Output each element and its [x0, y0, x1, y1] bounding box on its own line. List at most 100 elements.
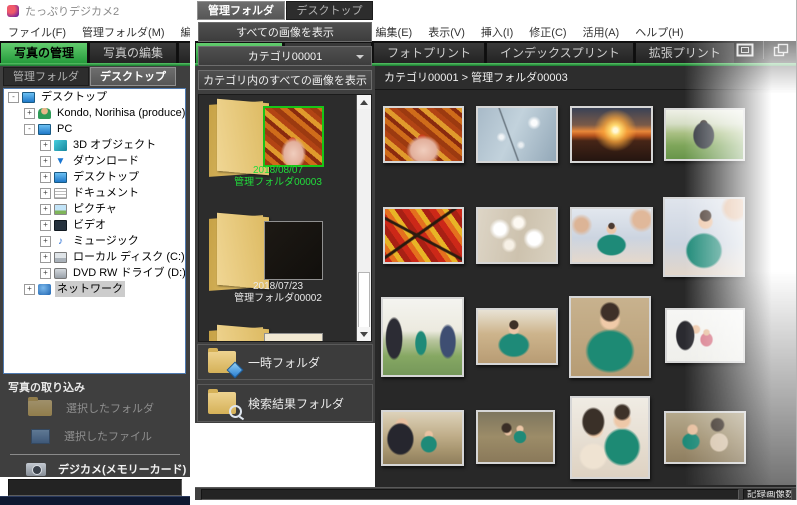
subtab-manage-folder[interactable]: 管理フォルダ: [3, 67, 89, 86]
tree-expander[interactable]: +: [40, 252, 51, 263]
photo-thumbnail-mother-toddler-closeup[interactable]: [570, 396, 650, 479]
menu-item-help[interactable]: ヘルプ(H): [627, 24, 691, 40]
tree-item[interactable]: +3D オブジェクト: [4, 137, 185, 153]
tree-expander[interactable]: +: [40, 268, 51, 279]
folder-list-scrollbar[interactable]: [356, 95, 371, 341]
tree-item[interactable]: -PC: [4, 121, 185, 137]
tree-item[interactable]: +ピクチャ: [4, 201, 185, 217]
status-message-area: [201, 489, 739, 500]
show-all-images-button[interactable]: すべての画像を表示: [198, 22, 372, 42]
photo-thumbnail-blossom-branch-bokeh[interactable]: [476, 106, 558, 163]
photo-thumbnail-father-toddler-picnic[interactable]: [381, 410, 464, 466]
tree-item[interactable]: +♪ミュージック: [4, 233, 185, 249]
desktop-icon: [22, 92, 35, 103]
subtab-desktop[interactable]: デスクトップ: [90, 67, 176, 86]
folder-thumbnail[interactable]: [264, 333, 323, 342]
temp-folder-button[interactable]: 一時フォルダ: [197, 344, 373, 380]
tree-item[interactable]: +DVD RW ドライブ (D:): [4, 265, 185, 281]
scroll-down-arrow[interactable]: [357, 327, 371, 341]
photo-thumbnail-autumn-leaves-hands[interactable]: [383, 106, 464, 163]
tree-item[interactable]: +デスクトップ: [4, 169, 185, 185]
menu-item-edit[interactable]: 編集(E): [368, 24, 421, 40]
search-folder-icon: [208, 392, 236, 414]
photo-thumbnail-mother-toddler-park[interactable]: [476, 410, 555, 464]
photo-grid: [375, 90, 796, 487]
tree-expander[interactable]: +: [40, 172, 51, 183]
tree-item[interactable]: +ビデオ: [4, 217, 185, 233]
3d-objects-icon: [54, 140, 67, 151]
duplicate-icon[interactable]: [773, 43, 789, 57]
left-window: たっぷりデジカメ2 ファイル(F) 管理フォルダ(M) 編集(E) 表示(V) …: [0, 0, 190, 505]
tree-expander[interactable]: +: [40, 156, 51, 167]
tree-expander[interactable]: +: [40, 204, 51, 215]
photo-thumbnail-child-backpack-field[interactable]: [664, 108, 745, 161]
tree-expander[interactable]: +: [40, 140, 51, 151]
user-icon: [38, 108, 51, 119]
left-titlebar[interactable]: たっぷりデジカメ2: [0, 0, 190, 22]
import-selected-folder-button[interactable]: 選択したフォルダ: [0, 396, 190, 420]
tree-expander[interactable]: +: [40, 188, 51, 199]
tree-item[interactable]: +ドキュメント: [4, 185, 185, 201]
tree-item[interactable]: +▼ダウンロード: [4, 153, 185, 169]
search-results-folder-button[interactable]: 検索結果フォルダ: [197, 384, 373, 422]
menu-item-insert[interactable]: 挿入(I): [473, 24, 521, 40]
camera-icon: [26, 463, 46, 476]
window-title: たっぷりデジカメ2: [25, 3, 119, 19]
tree-item-network[interactable]: +ネットワーク: [4, 281, 185, 297]
photo-thumbnail-family-hug-white[interactable]: [665, 308, 745, 363]
photo-thumbnail-toddler-mother-park[interactable]: [664, 411, 746, 464]
menu-item-correct[interactable]: 修正(C): [521, 24, 574, 40]
tab-photo-print[interactable]: フォトプリント: [373, 42, 485, 63]
documents-icon: [54, 188, 67, 199]
tab-extended-print[interactable]: 拡張プリント: [635, 42, 735, 63]
menu-item-edit[interactable]: 編集(E): [173, 24, 190, 40]
videos-icon: [54, 220, 67, 231]
menu-item-manage-folder[interactable]: 管理フォルダ(M): [74, 24, 173, 40]
category-dropdown[interactable]: カテゴリ00001: [198, 46, 372, 66]
network-icon: [38, 284, 51, 295]
frame-icon[interactable]: [736, 43, 754, 57]
menu-item-view[interactable]: 表示(V): [420, 24, 473, 40]
menu-item-file[interactable]: ファイル(F): [0, 24, 74, 40]
tree-expander[interactable]: +: [24, 284, 35, 295]
subtab-desktop[interactable]: デスクトップ: [286, 1, 373, 20]
show-category-images-button[interactable]: カテゴリ内のすべての画像を表示: [198, 70, 372, 90]
tab-index-print[interactable]: インデックスプリント: [486, 42, 634, 63]
folder-panel: 管理フォルダ デスクトップ すべての画像を表示 カテゴリ00001 カテゴリ内の…: [195, 0, 375, 423]
tab-photo-edit[interactable]: 写真の編集: [89, 42, 177, 63]
photo-thumbnail-toddler-laughing-field[interactable]: [476, 308, 558, 365]
left-tabbar: 写真の管理 写真の編集 フォトプリント: [0, 41, 190, 63]
tree-expander[interactable]: -: [24, 124, 35, 135]
tab-photo-print[interactable]: フォトプリント: [178, 42, 190, 63]
tree-expander[interactable]: +: [24, 108, 35, 119]
photo-thumbnail-maple-tree-autumn[interactable]: [383, 207, 464, 264]
managed-folder-list: 2018/08/07 管理フォルダ00003 2018/07/23 管理フォルダ…: [198, 94, 372, 342]
subtab-manage-folder[interactable]: 管理フォルダ: [197, 1, 285, 20]
toolbar-separator: [763, 41, 764, 59]
temp-folder-icon: [208, 351, 236, 373]
tree-expander[interactable]: +: [40, 220, 51, 231]
import-selected-file-button[interactable]: 選択したファイル: [0, 424, 190, 448]
folder-thumbnail-selected[interactable]: [263, 106, 324, 167]
music-icon: ♪: [54, 236, 67, 247]
dvd-drive-icon: [54, 268, 67, 279]
pc-icon: [38, 124, 51, 135]
scrollbar-thumb[interactable]: [358, 272, 370, 328]
photo-thumbnail-sunset-mountains[interactable]: [570, 106, 653, 163]
tab-photo-manage[interactable]: 写真の管理: [0, 42, 88, 63]
photo-thumbnail-white-plum-blossoms[interactable]: [476, 207, 558, 264]
tree-expander[interactable]: -: [8, 92, 19, 103]
menu-item-utilize[interactable]: 活用(A): [575, 24, 628, 40]
tree-expander[interactable]: +: [40, 236, 51, 247]
right-window: たっぷりデジカメ2 ファイル(F) 管理フォルダ(M) 編集(E) 表示(V) …: [195, 0, 797, 500]
import-camera-button[interactable]: デジカメ(メモリーカード): [0, 458, 190, 480]
tree-item[interactable]: +ローカル ディスク (C:): [4, 249, 185, 265]
photo-thumbnail-toddler-teal-coat-portrait[interactable]: [663, 197, 745, 277]
photo-thumbnail-family-walk-park[interactable]: [381, 297, 464, 377]
tree-item[interactable]: -デスクトップ: [4, 89, 185, 105]
photo-thumbnail-toddler-closeup-smile[interactable]: [569, 296, 651, 378]
photo-thumbnail-toddler-teal-coat-hands[interactable]: [570, 207, 653, 264]
folder-thumbnail[interactable]: [264, 221, 323, 280]
scroll-up-arrow[interactable]: [357, 95, 371, 109]
tree-item[interactable]: +Kondo, Norihisa (produce): [4, 105, 185, 121]
